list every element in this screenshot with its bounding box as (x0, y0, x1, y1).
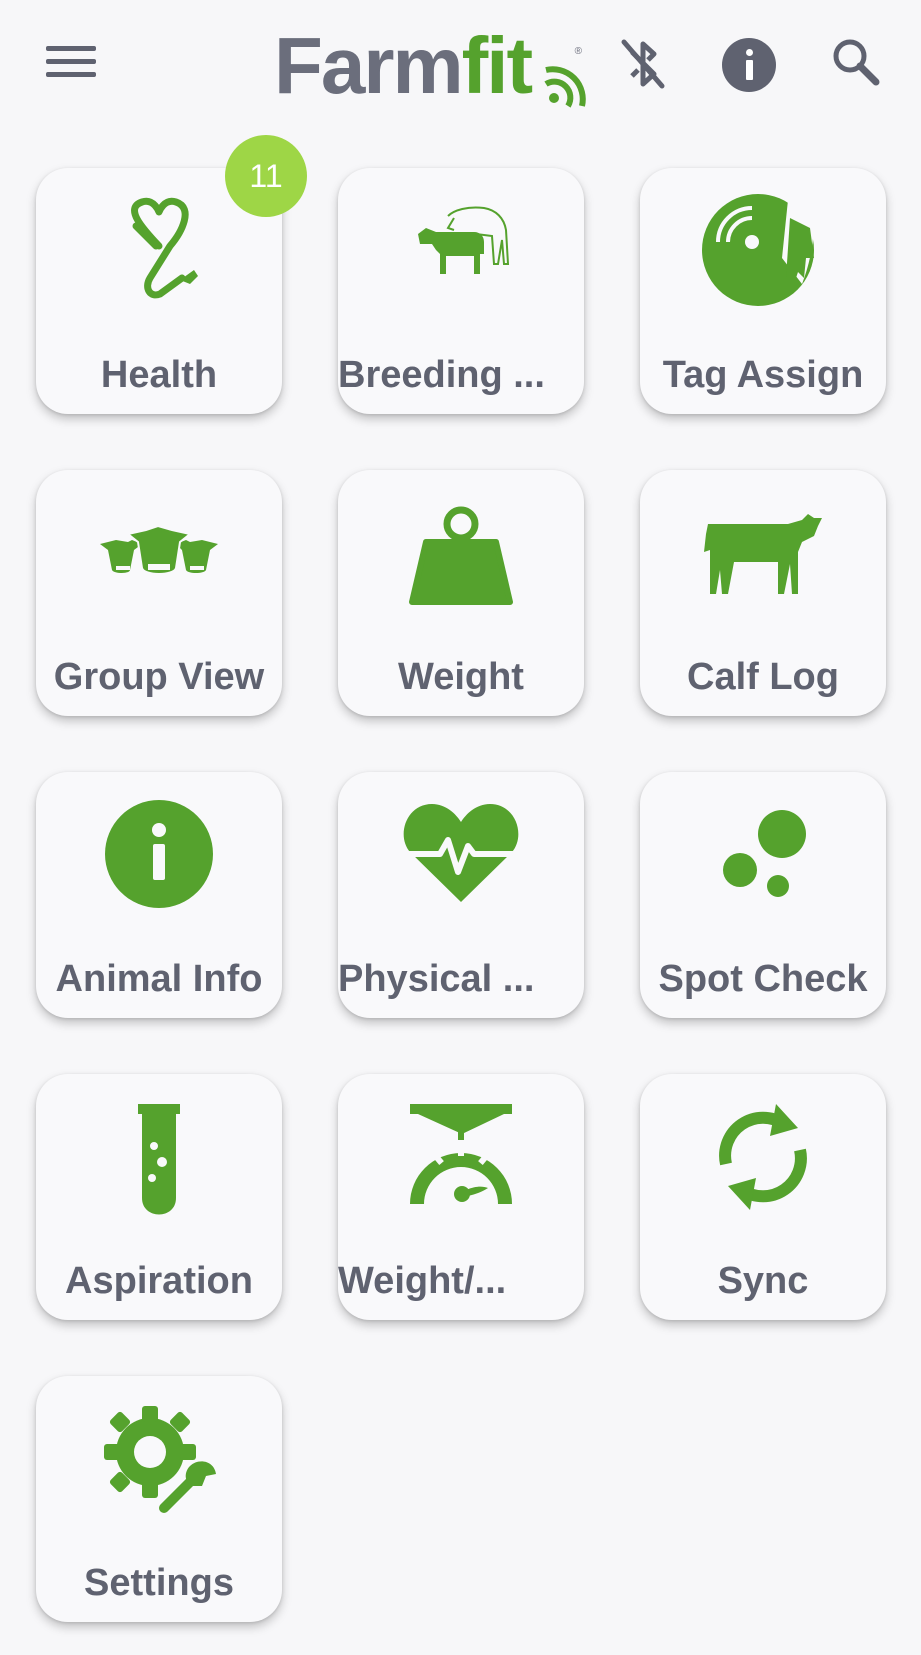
logo-text-fit: fit (461, 21, 534, 110)
tile-label: Spot Check (658, 958, 868, 1000)
tile-breeding[interactable]: Breeding ... (338, 168, 584, 414)
tile-settings[interactable]: Settings (36, 1376, 282, 1622)
tile-label: Calf Log (687, 656, 839, 698)
cow-group-icon (100, 524, 218, 575)
heart-stethoscope-icon (131, 197, 198, 299)
tile-label: Animal Info (55, 958, 263, 1000)
logo-text-farm: Farm (274, 21, 464, 110)
tile-label: Aspiration (65, 1260, 253, 1302)
bluetooth-disabled-icon[interactable] (618, 36, 668, 92)
tile-weight[interactable]: Weight (338, 470, 584, 716)
gear-wrench-icon (104, 1406, 216, 1517)
search-icon[interactable] (830, 36, 882, 88)
tag-scanner-icon (702, 194, 814, 306)
logo-signal-icon (544, 66, 586, 108)
top-app-bar: Farmfit ® (0, 0, 921, 130)
tile-label: Weight (398, 656, 524, 698)
tile-label: Health (100, 354, 218, 396)
calf-icon (704, 514, 822, 594)
tile-label: Breeding ... (338, 354, 545, 396)
heart-pulse-icon (400, 804, 522, 902)
tile-label: Tag Assign (662, 354, 864, 396)
logo-registered-mark: ® (574, 46, 582, 57)
spot-dots-icon (723, 810, 806, 897)
tile-spot-check[interactable]: Spot Check (640, 772, 886, 1018)
tile-label: Settings (84, 1562, 234, 1604)
sync-icon (719, 1104, 807, 1210)
breeding-cows-icon (418, 206, 510, 274)
tile-label: Group View (53, 656, 265, 698)
tile-tag-assign[interactable]: Tag Assign (640, 168, 886, 414)
tile-physical[interactable]: Physical ... (338, 772, 584, 1018)
farmfit-logo: Farmfit ® (274, 22, 594, 108)
tile-label: Sync (717, 1260, 809, 1302)
tile-label: Physical ... (338, 958, 535, 1000)
scale-gauge-icon (410, 1104, 512, 1204)
tile-calf-log[interactable]: Calf Log (640, 470, 886, 716)
tile-weight-gauge[interactable]: Weight/... (338, 1074, 584, 1320)
info-icon[interactable] (722, 38, 776, 92)
tile-animal-info[interactable]: Animal Info (36, 772, 282, 1018)
notification-badge: 11 (225, 135, 307, 217)
weight-icon (409, 506, 513, 605)
test-tube-icon (138, 1104, 180, 1215)
tile-sync[interactable]: Sync (640, 1074, 886, 1320)
hamburger-menu-icon[interactable] (46, 42, 96, 82)
tile-aspiration[interactable]: Aspiration (36, 1074, 282, 1320)
info-circle-icon (105, 800, 213, 908)
tile-label: Weight/... (338, 1260, 507, 1302)
tile-group-view[interactable]: Group View (36, 470, 282, 716)
